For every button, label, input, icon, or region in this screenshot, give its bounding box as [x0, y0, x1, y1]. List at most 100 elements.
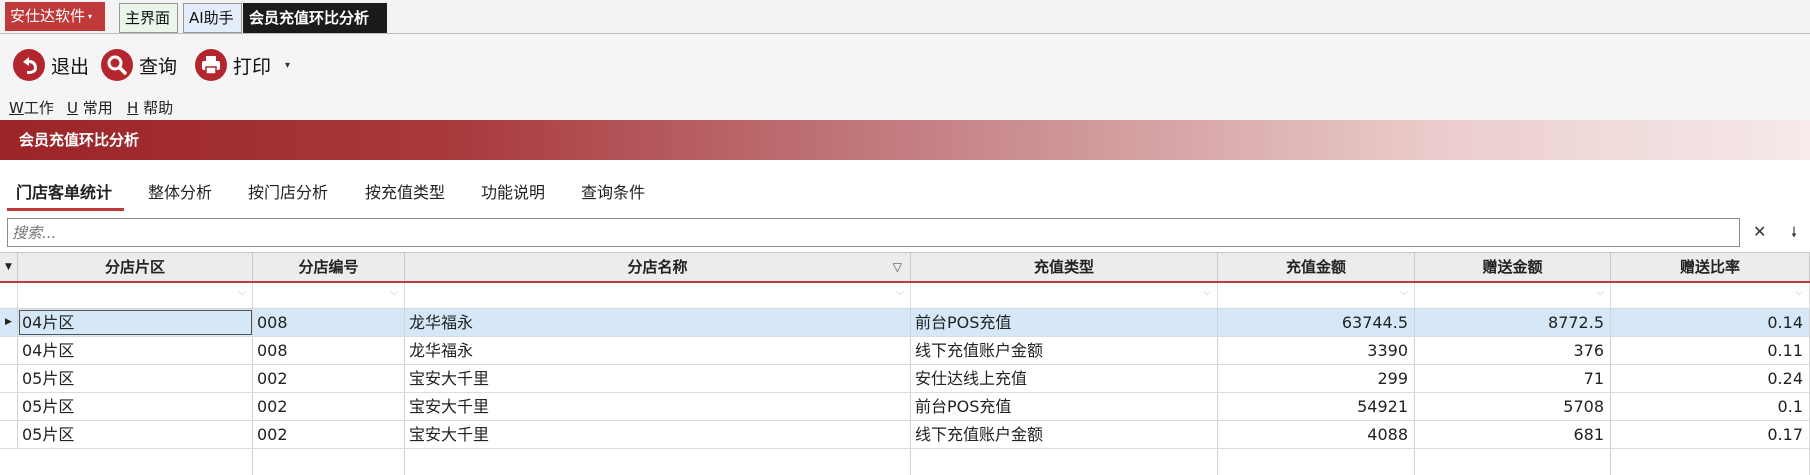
empty-cell — [405, 449, 911, 475]
cell-recharge-amount[interactable]: 299 — [1218, 365, 1415, 392]
cell-store-name[interactable]: 宝安大千里 — [405, 393, 911, 420]
print-button[interactable]: 打印 — [195, 48, 271, 82]
cell-recharge-type[interactable]: 安仕达线上充值 — [911, 365, 1218, 392]
column-header-recharge-amount[interactable]: 充值金额 — [1218, 253, 1415, 281]
grid-header: ▼ 分店片区 分店编号 分店名称 ▽ 充值类型 充值金额 赠送金额 赠送比率 — [0, 253, 1810, 283]
cell-store-name[interactable]: 龙华福永 — [405, 337, 911, 364]
exit-button[interactable]: 退出 — [13, 48, 89, 82]
chevron-down-icon: ⌵ — [238, 287, 246, 298]
menu-help-label: 帮助 — [143, 99, 174, 117]
column-header-store-name-label: 分店名称 — [627, 258, 688, 276]
cell-store-code[interactable]: 002 — [253, 393, 405, 420]
subtab-overall[interactable]: 整体分析 — [148, 179, 212, 203]
empty-cell — [253, 449, 405, 475]
filter-cell-bonus-amount[interactable]: ⌵ — [1415, 283, 1611, 308]
tab-home[interactable]: 主界面 — [119, 3, 178, 33]
table-row[interactable]: 05片区 002 宝安大千里 线下充值账户金额 4088 681 0.17 — [0, 421, 1810, 449]
cell-bonus-ratio[interactable]: 0.14 — [1611, 309, 1810, 336]
subtab-bar: 门店客单统计 整体分析 按门店分析 按充值类型 功能说明 查询条件 — [0, 172, 1810, 214]
cell-store-name[interactable]: 宝安大千里 — [405, 421, 911, 448]
subtab-help[interactable]: 功能说明 — [481, 179, 545, 203]
row-indicator — [0, 365, 18, 392]
empty-cell — [1415, 449, 1611, 475]
search-row: ✕ 🠗 — [0, 214, 1810, 250]
cell-district[interactable]: 04片区 — [18, 337, 253, 364]
query-label: 查询 — [139, 55, 178, 78]
subtab-by-type[interactable]: 按充值类型 — [365, 179, 445, 203]
table-row[interactable]: 05片区 002 宝安大千里 前台POS充值 54921 5708 0.1 — [0, 393, 1810, 421]
menu-help[interactable]: H 帮助 — [127, 97, 173, 118]
chevron-down-icon: ⌵ — [896, 287, 904, 298]
menu-help-key: H — [127, 99, 139, 117]
empty-cell — [18, 449, 253, 475]
filter-cell-store-name[interactable]: ⌵ — [405, 283, 911, 308]
query-button[interactable]: 查询 — [101, 48, 177, 82]
tab-recharge-analysis[interactable]: 会员充值环比分析 — [243, 3, 387, 33]
app-menu-label: 安仕达软件 — [10, 7, 86, 25]
menu-common[interactable]: U 常用 — [67, 97, 113, 118]
cell-district[interactable]: 05片区 — [18, 421, 253, 448]
header-selector-icon[interactable]: ▼ — [0, 253, 18, 281]
cell-bonus-amount[interactable]: 71 — [1415, 365, 1611, 392]
column-header-bonus-ratio[interactable]: 赠送比率 — [1611, 253, 1810, 281]
row-indicator — [0, 393, 18, 420]
column-header-store-name[interactable]: 分店名称 ▽ — [405, 253, 911, 281]
empty-cell — [911, 449, 1218, 475]
tab-ai-assistant[interactable]: AI助手 — [183, 3, 242, 33]
chevron-down-icon: ▾ — [88, 12, 93, 21]
table-row[interactable]: 05片区 002 宝安大千里 安仕达线上充值 299 71 0.24 — [0, 365, 1810, 393]
subtab-store-stats[interactable]: 门店客单统计 — [16, 179, 112, 203]
filter-cell-recharge-amount[interactable]: ⌵ — [1218, 283, 1415, 308]
chevron-down-icon: ⌵ — [1596, 287, 1604, 298]
cell-bonus-ratio[interactable]: 0.1 — [1611, 393, 1810, 420]
section-title: 会员充值环比分析 — [0, 120, 1810, 160]
cell-bonus-amount[interactable]: 8772.5 — [1415, 309, 1611, 336]
column-header-bonus-amount[interactable]: 赠送金额 — [1415, 253, 1611, 281]
column-header-store-code[interactable]: 分店编号 — [253, 253, 405, 281]
filter-row: ⌵ ⌵ ⌵ ⌵ ⌵ ⌵ ⌵ — [0, 283, 1810, 309]
cell-bonus-ratio[interactable]: 0.24 — [1611, 365, 1810, 392]
app-menu-button[interactable]: 安仕达软件 ▾ — [5, 2, 105, 31]
cell-store-name[interactable]: 龙华福永 — [405, 309, 911, 336]
cell-recharge-amount[interactable]: 3390 — [1218, 337, 1415, 364]
cell-bonus-amount[interactable]: 681 — [1415, 421, 1611, 448]
cell-bonus-ratio[interactable]: 0.11 — [1611, 337, 1810, 364]
cell-district[interactable]: 05片区 — [18, 393, 253, 420]
cell-bonus-amount[interactable]: 5708 — [1415, 393, 1611, 420]
close-icon[interactable]: ✕ — [1753, 222, 1766, 241]
row-pointer-icon: ▶ — [0, 309, 18, 336]
exit-icon — [13, 49, 45, 81]
table-row[interactable]: 04片区 008 龙华福永 线下充值账户金额 3390 376 0.11 — [0, 337, 1810, 365]
cell-store-code[interactable]: 002 — [253, 365, 405, 392]
cell-recharge-type[interactable]: 前台POS充值 — [911, 309, 1218, 336]
pin-icon[interactable]: 🠗 — [1791, 222, 1797, 246]
cell-recharge-amount[interactable]: 63744.5 — [1218, 309, 1415, 336]
print-dropdown-icon[interactable]: ▾ — [285, 60, 290, 71]
table-row[interactable]: ▶ 04片区 008 龙华福永 前台POS充值 63744.5 8772.5 0… — [0, 309, 1810, 337]
cell-recharge-type[interactable]: 线下充值账户金额 — [911, 337, 1218, 364]
cell-recharge-amount[interactable]: 54921 — [1218, 393, 1415, 420]
filter-cell-store-code[interactable]: ⌵ — [253, 283, 405, 308]
filter-cell-bonus-ratio[interactable]: ⌵ — [1611, 283, 1810, 308]
filter-cell-district[interactable]: ⌵ — [18, 283, 253, 308]
column-header-recharge-type[interactable]: 充值类型 — [911, 253, 1218, 281]
search-input[interactable] — [7, 218, 1740, 247]
cell-store-code[interactable]: 002 — [253, 421, 405, 448]
cell-bonus-ratio[interactable]: 0.17 — [1611, 421, 1810, 448]
cell-recharge-amount[interactable]: 4088 — [1218, 421, 1415, 448]
cell-store-name[interactable]: 宝安大千里 — [405, 365, 911, 392]
cell-recharge-type[interactable]: 前台POS充值 — [911, 393, 1218, 420]
filter-cell-recharge-type[interactable]: ⌵ — [911, 283, 1218, 308]
cell-store-code[interactable]: 008 — [253, 337, 405, 364]
cell-bonus-amount[interactable]: 376 — [1415, 337, 1611, 364]
cell-recharge-type[interactable]: 线下充值账户金额 — [911, 421, 1218, 448]
subtab-by-store[interactable]: 按门店分析 — [248, 179, 328, 203]
menu-work[interactable]: W工作 — [9, 97, 54, 118]
subtab-query-conditions[interactable]: 查询条件 — [581, 179, 645, 203]
cell-store-code[interactable]: 008 — [253, 309, 405, 336]
cell-district[interactable]: 05片区 — [18, 365, 253, 392]
column-header-district[interactable]: 分店片区 — [18, 253, 253, 281]
cell-district[interactable]: 04片区 — [18, 309, 253, 336]
row-indicator — [0, 337, 18, 364]
filter-icon[interactable]: ▽ — [893, 253, 902, 281]
